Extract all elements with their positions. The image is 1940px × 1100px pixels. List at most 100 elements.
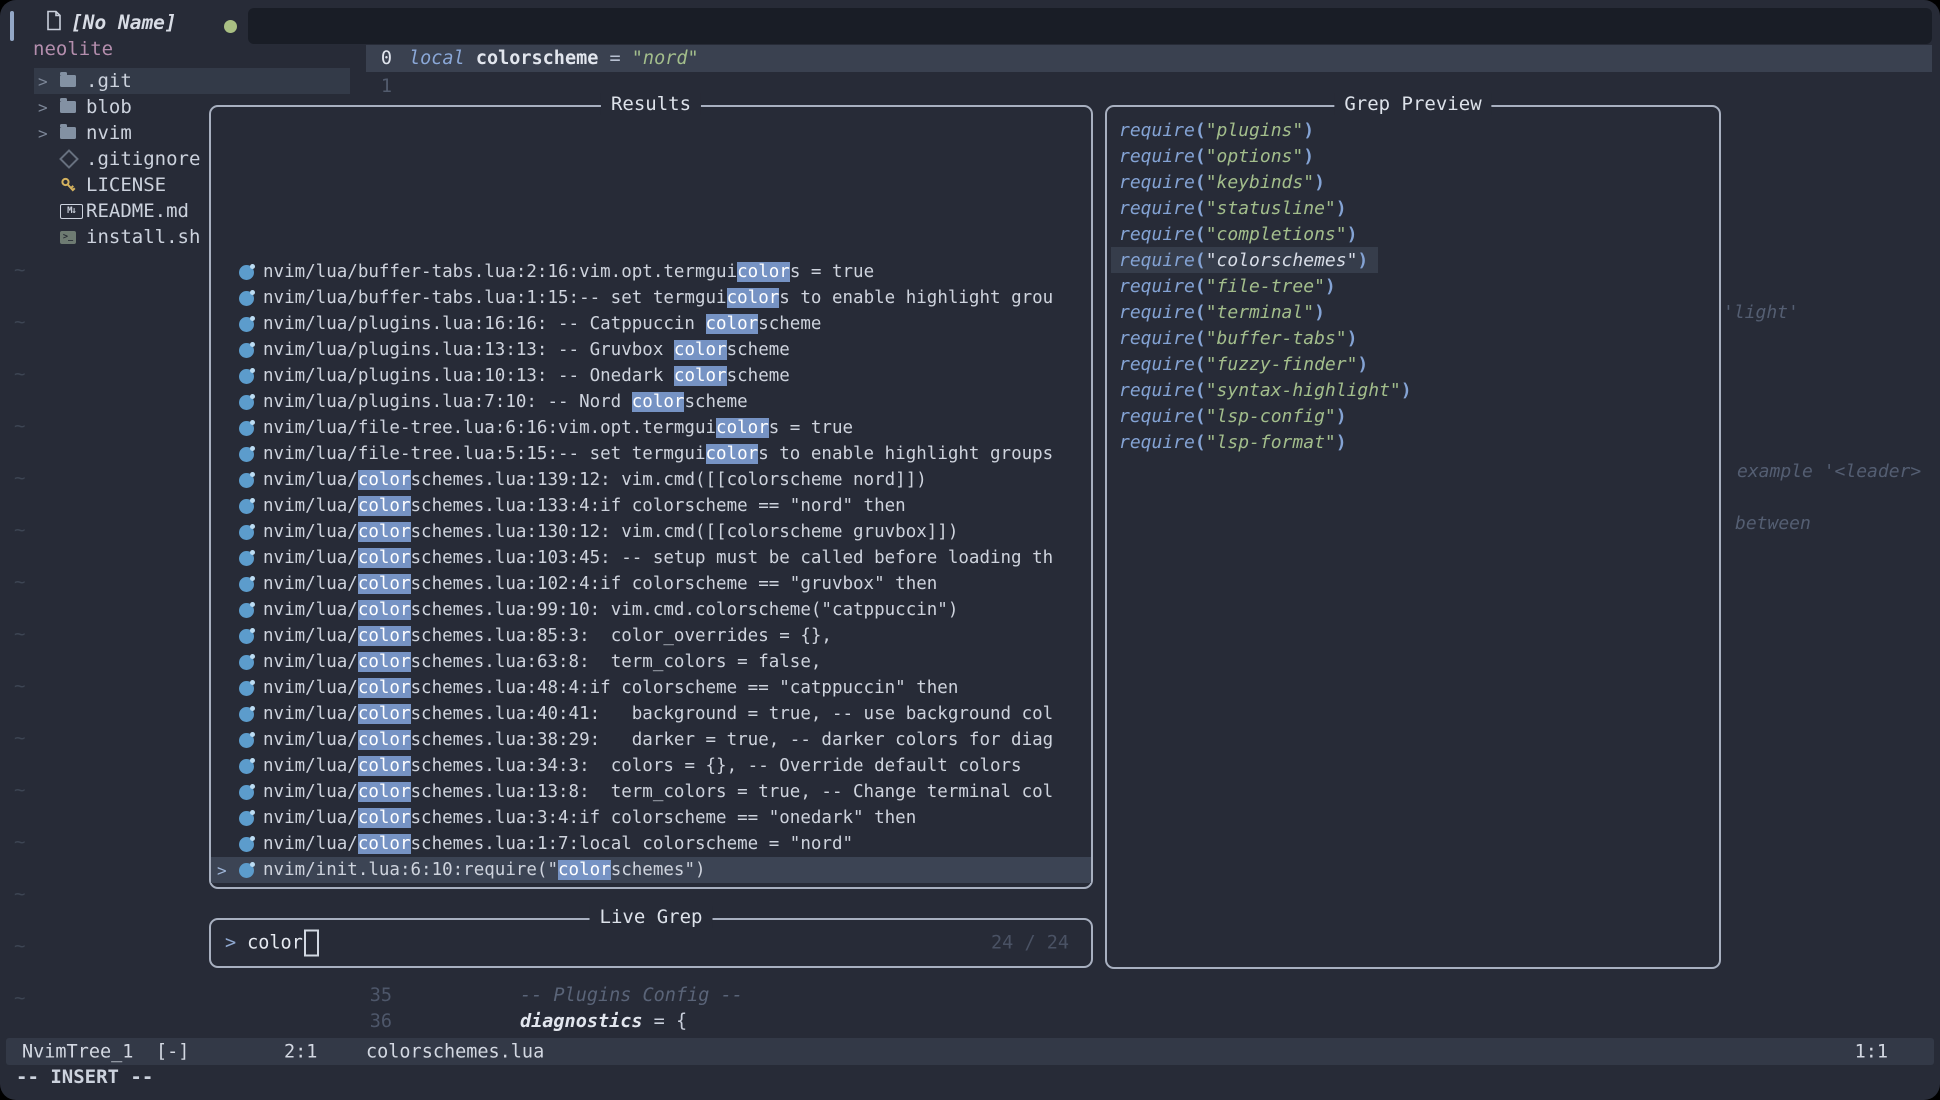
result-row[interactable]: nvim/lua/colorschemes.lua:3:4:if colorsc… [211,805,1091,831]
preview-line: require("fuzzy-finder") [1111,351,1378,377]
grep-preview-title: Grep Preview [1334,93,1491,115]
result-row[interactable]: nvim/lua/plugins.lua:13:13: -- Gruvbox c… [211,337,1091,363]
preview-line: require("plugins") [1111,117,1324,143]
code-line: diagnostics = { [520,1011,687,1032]
search-query: color [247,933,303,954]
tab-title: [No Name] [71,11,177,34]
preview-line-current: require("colorschemes") [1111,247,1378,273]
result-row[interactable]: nvim/lua/plugins.lua:16:16: -- Catppucci… [211,311,1091,337]
tabline-strip [248,8,1932,44]
result-row[interactable]: nvim/lua/colorschemes.lua:99:10: vim.cmd… [211,597,1091,623]
markdown-icon: M↓ [60,204,86,219]
result-row[interactable]: nvim/lua/file-tree.lua:5:15:-- set termg… [211,441,1091,467]
match-counter: 24 / 24 [991,933,1069,954]
lua-icon [239,759,254,774]
selection-arrow-icon: > [217,861,239,880]
folder-icon [60,127,86,139]
lua-icon [239,369,254,384]
result-row[interactable]: nvim/lua/colorschemes.lua:1:7:local colo… [211,831,1091,857]
results-window-title: Results [601,93,701,115]
lua-icon [239,317,254,332]
lua-icon [239,525,254,540]
lua-icon [239,733,254,748]
result-row[interactable]: nvim/lua/colorschemes.lua:40:41: backgro… [211,701,1091,727]
preview-line: require("lsp-config") [1111,403,1357,429]
result-row[interactable]: nvim/lua/colorschemes.lua:48:4:if colors… [211,675,1091,701]
result-row[interactable]: nvim/lua/colorschemes.lua:38:29: darker … [211,727,1091,753]
buffer-tab[interactable]: [No Name] [46,10,177,35]
background-code-text: 'light' [1723,302,1799,323]
vim-mode-indicator: -- INSERT -- [16,1066,153,1088]
statusline-flag: [-] [156,1041,189,1062]
lua-icon [239,395,254,410]
result-row[interactable]: nvim/lua/colorschemes.lua:103:45: -- set… [211,545,1091,571]
results-list: nvim/lua/buffer-tabs.lua:2:16:vim.opt.te… [211,259,1091,883]
lua-icon [239,421,254,436]
line-number: 35 [366,985,392,1006]
lua-icon [239,499,254,514]
empty-line-tildes: ~~~ ~~~ ~~~ ~~~ ~~~ [14,244,25,1024]
preview-line: require("completions") [1111,221,1367,247]
grep-preview-window: Grep Preview require("plugins") require(… [1105,105,1721,969]
line-number: 36 [366,1011,392,1032]
result-row[interactable]: nvim/lua/colorschemes.lua:63:8: term_col… [211,649,1091,675]
result-row[interactable]: nvim/lua/colorschemes.lua:130:12: vim.cm… [211,519,1091,545]
preview-line: require("statusline") [1111,195,1357,221]
result-row[interactable]: nvim/lua/colorschemes.lua:13:8: term_col… [211,779,1091,805]
preview-line: require("syntax-highlight") [1111,377,1422,403]
folder-icon [60,101,86,113]
result-row[interactable]: nvim/lua/buffer-tabs.lua:2:16:vim.opt.te… [211,259,1091,285]
live-grep-window: Live Grep > color 24 / 24 [209,918,1093,968]
lua-icon [239,681,254,696]
statusline: NvimTree_1 [-] 2:1 colorschemes.lua 1:1 [6,1038,1934,1065]
preview-line: require("terminal") [1111,299,1335,325]
chevron-right-icon: > [38,98,60,117]
lua-icon [239,629,254,644]
result-row[interactable]: nvim/lua/colorschemes.lua:102:4:if color… [211,571,1091,597]
result-row[interactable]: nvim/lua/colorschemes.lua:85:3: color_ov… [211,623,1091,649]
terminal-window: [No Name] neolite > .git > blob > nvim .… [0,0,1940,1100]
text-cursor [304,930,319,957]
lua-icon [239,551,254,566]
background-code-text: between [1735,513,1811,534]
tree-item-label: .gitignore [86,148,200,170]
tree-root-name: neolite [33,38,113,60]
document-icon [46,10,62,35]
result-row[interactable]: nvim/lua/plugins.lua:7:10: -- Nord color… [211,389,1091,415]
terminal-icon [60,231,86,244]
lua-icon [239,785,254,800]
tree-item-label: LICENSE [86,174,166,196]
result-row[interactable]: nvim/lua/colorschemes.lua:34:3: colors =… [211,753,1091,779]
background-code-text: example '<leader> [1737,461,1921,482]
lua-icon [239,291,254,306]
result-row[interactable]: nvim/lua/file-tree.lua:6:16:vim.opt.term… [211,415,1091,441]
result-row[interactable]: nvim/lua/colorschemes.lua:133:4:if color… [211,493,1091,519]
tree-item-label: blob [86,96,132,118]
result-row[interactable]: nvim/lua/plugins.lua:10:13: -- Onedark c… [211,363,1091,389]
preview-line: require("buffer-tabs") [1111,325,1367,351]
lua-icon [239,863,254,878]
tree-item-label: README.md [86,200,189,222]
result-row-selected[interactable]: >nvim/init.lua:6:10:require("colorscheme… [211,857,1091,883]
lua-icon [239,577,254,592]
results-window: Results nvim/lua/buffer-tabs.lua:2:16:vi… [209,105,1093,889]
statusline-tree-position: 2:1 [284,1041,317,1062]
statusline-filename: colorschemes.lua [366,1041,544,1062]
tree-item-label: nvim [86,122,132,144]
tabline-scrollbar [10,11,14,41]
result-row[interactable]: nvim/lua/buffer-tabs.lua:1:15:-- set ter… [211,285,1091,311]
tree-item-git[interactable]: > .git [34,68,350,94]
lua-icon [239,343,254,358]
result-row[interactable]: nvim/lua/colorschemes.lua:139:12: vim.cm… [211,467,1091,493]
chevron-right-icon: > [38,72,60,91]
search-input[interactable]: > color [225,930,319,957]
code-comment: -- Plugins Config -- [520,985,743,1006]
lua-icon [239,603,254,618]
lua-icon [239,837,254,852]
lua-icon [239,447,254,462]
preview-line: require("keybinds") [1111,169,1335,195]
tree-item-label: .git [86,70,132,92]
modified-dot-icon [224,20,237,33]
gitignore-icon [60,152,86,166]
statusline-cursor-position: 1:1 [1855,1041,1888,1062]
